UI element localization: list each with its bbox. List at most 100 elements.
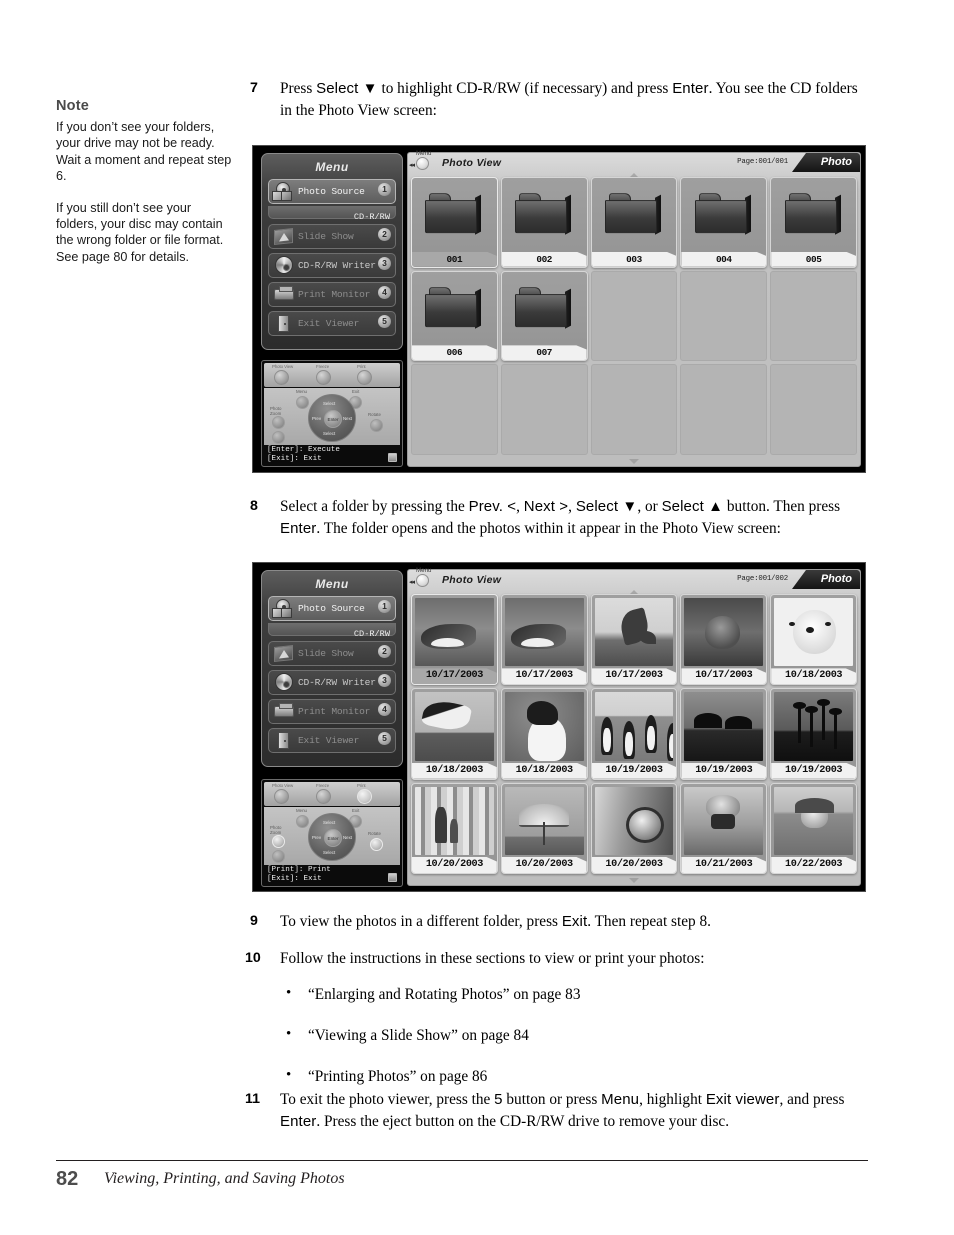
footer-chapter-title: Viewing, Printing, and Saving Photos — [104, 1170, 345, 1187]
note-paragraph: If you don’t see your folders, your driv… — [56, 120, 232, 184]
remote-enter-button[interactable]: Enter — [324, 829, 342, 847]
remote-freeze-button[interactable] — [316, 370, 331, 385]
folder-name-label: 005 — [771, 251, 856, 267]
menu-item-cd-rw-writer[interactable]: CD-R/RW Writer 3 — [268, 670, 396, 695]
menu-item-exit-viewer[interactable]: Exit Viewer 5 — [268, 728, 396, 753]
photo-thumbnail — [774, 692, 853, 761]
photo-thumbnail — [504, 692, 584, 761]
folder-tile[interactable]: 004 — [680, 177, 768, 268]
menu-item-photo-source[interactable]: Photo Source 1 — [268, 596, 396, 621]
menu-item-slide-show[interactable]: Slide Show 2 — [268, 224, 396, 249]
device-status-bar: [Enter]: Execute [Exit]: Exit — [264, 445, 400, 464]
remote-dpad[interactable]: Select Select Prev Next Enter — [308, 813, 356, 861]
empty-cell — [680, 270, 768, 362]
ui-select-up-label: Select ▲ — [661, 498, 724, 515]
menu-item-slide-show[interactable]: Slide Show 2 — [268, 641, 396, 666]
photo-thumbnail — [684, 598, 764, 667]
photo-tile[interactable]: 10/18/2003 — [411, 688, 498, 780]
folder-icon — [415, 181, 494, 250]
menu-item-photo-source[interactable]: Photo Source 1 — [268, 179, 396, 204]
photo-tile[interactable]: 10/20/2003 — [500, 782, 588, 874]
footer-divider — [56, 1160, 868, 1161]
menu-item-badge: 1 — [378, 183, 391, 196]
viewer-menu-knob[interactable] — [416, 157, 429, 170]
remote-photo-zoom-out-button[interactable] — [272, 431, 285, 444]
step-text: button or press — [502, 1091, 602, 1108]
photo-tile[interactable]: 10/19/2003 — [770, 688, 857, 780]
remote-menu-label: Menu — [296, 389, 307, 394]
remote-menu-button[interactable] — [296, 815, 309, 828]
remote-photo-view-button[interactable] — [274, 370, 289, 385]
remote-menu-button[interactable] — [296, 396, 309, 409]
folder-tile[interactable]: 007 — [500, 270, 588, 362]
photo-tile[interactable]: 10/20/2003 — [590, 782, 678, 874]
remote-print-label: Print — [357, 783, 366, 788]
remote-dpad[interactable]: Select Select Prev Next Enter — [308, 394, 356, 442]
note-paragraph: If you still don’t see your folders, you… — [56, 200, 224, 264]
photo-tile[interactable]: 10/21/2003 — [680, 782, 768, 874]
remote-enter-button[interactable]: Enter — [324, 410, 342, 428]
folder-tile[interactable]: 003 — [590, 177, 678, 268]
folder-icon — [505, 275, 584, 344]
remote-next-label: Next — [342, 835, 352, 840]
bullet-item[interactable]: “Enlarging and Rotating Photos” on page … — [286, 983, 872, 1005]
ui-exit-label: Exit — [561, 913, 588, 930]
step-9: 9 To view the photos in a different fold… — [250, 911, 872, 933]
photo-tile[interactable]: 10/17/2003 — [680, 594, 768, 686]
photo-mode-tab: Photo — [792, 153, 860, 172]
remote-photo-zoom-in-button[interactable] — [272, 835, 285, 848]
page-indicator: Page:001/001 — [737, 158, 788, 166]
remote-photo-zoom-in-button[interactable] — [272, 416, 285, 429]
folder-tile[interactable]: 002 — [500, 177, 588, 268]
folder-tile[interactable]: 001 — [411, 177, 498, 268]
folder-name-label: 007 — [501, 345, 587, 361]
step-number: 9 — [250, 913, 258, 929]
remote-menu-label: Menu — [296, 808, 307, 813]
photo-date-label: 10/21/2003 — [681, 857, 767, 873]
scroll-down-indicator-icon[interactable] — [629, 459, 639, 464]
photo-tile[interactable]: 10/20/2003 — [411, 782, 498, 874]
step-11: 11 To exit the photo viewer, press the 5… — [245, 1089, 872, 1132]
photo-tile[interactable]: 10/22/2003 — [770, 782, 857, 874]
menu-item-print-monitor[interactable]: Print Monitor 4 — [268, 699, 396, 724]
photo-view-pane: Menu ◂◂ Photo View Page:001/001 Photo 00… — [407, 150, 861, 467]
remote-photo-zoom-out-button[interactable] — [272, 850, 285, 863]
empty-cell — [680, 364, 768, 455]
bullet-item[interactable]: “Printing Photos” on page 86 — [286, 1065, 872, 1087]
slide-show-icon — [272, 644, 298, 663]
photo-tile[interactable]: 10/19/2003 — [680, 688, 768, 780]
photo-date-label: 10/17/2003 — [681, 668, 767, 685]
photo-tile[interactable]: 10/19/2003 — [590, 688, 678, 780]
rewind-arrows-icon: ◂◂ — [409, 162, 415, 169]
folder-tile[interactable]: 005 — [770, 177, 857, 268]
ui-enter-label: Enter — [672, 80, 709, 97]
photo-tile[interactable]: 10/18/2003 — [500, 688, 588, 780]
bullet-item[interactable]: “Viewing a Slide Show” on page 84 — [286, 1024, 872, 1046]
remote-photo-zoom-label: Photo Zoom — [270, 825, 282, 835]
photo-tile[interactable]: 10/18/2003 — [770, 594, 857, 686]
viewer-menu-knob[interactable] — [416, 574, 429, 587]
menu-item-label: Exit Viewer — [298, 735, 360, 746]
menu-item-label: Photo Source — [298, 186, 365, 197]
menu-item-badge: 2 — [378, 645, 391, 658]
remote-body: Menu Exit Photo Zoom Rotate Select Selec… — [264, 807, 400, 865]
menu-item-exit-viewer[interactable]: Exit Viewer 5 — [268, 311, 396, 336]
remote-print-button[interactable] — [357, 370, 372, 385]
remote-select-up-label: Select — [323, 820, 336, 825]
remote-print-button[interactable] — [357, 789, 372, 804]
folder-tile[interactable]: 006 — [411, 270, 498, 362]
menu-item-print-monitor[interactable]: Print Monitor 4 — [268, 282, 396, 307]
photo-tile[interactable]: 10/17/2003 — [411, 594, 498, 686]
scroll-down-indicator-icon[interactable] — [629, 878, 639, 883]
photo-tile[interactable]: 10/17/2003 — [500, 594, 588, 686]
menu-item-label: Photo Source — [298, 603, 365, 614]
remote-rotate-label: Rotate — [368, 412, 381, 417]
menu-item-cd-rw-writer[interactable]: CD-R/RW Writer 3 — [268, 253, 396, 278]
remote-rotate-button[interactable] — [370, 419, 383, 432]
photo-source-icon — [272, 182, 298, 201]
remote-freeze-button[interactable] — [316, 789, 331, 804]
menu-item-badge: 5 — [378, 315, 391, 328]
remote-rotate-button[interactable] — [370, 838, 383, 851]
remote-photo-view-button[interactable] — [274, 789, 289, 804]
photo-tile[interactable]: 10/17/2003 — [590, 594, 678, 686]
